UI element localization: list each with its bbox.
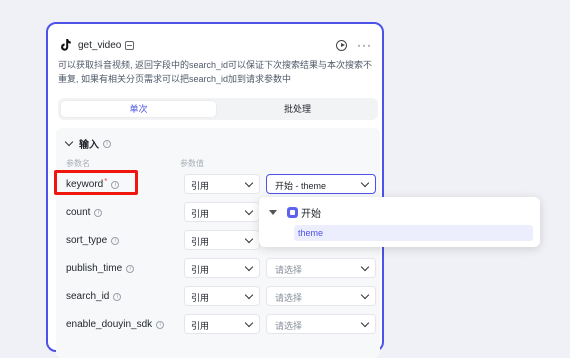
node-title: get_video <box>78 39 122 51</box>
node-description: 可以获取抖音视频, 返回字段中的search_id可以保证下次搜索结果与本次搜索… <box>58 60 373 84</box>
value-select[interactable]: 请选择 <box>266 314 376 334</box>
more-icon[interactable]: ··· <box>357 39 372 51</box>
highlight-box <box>54 170 138 195</box>
info-icon: i <box>113 292 122 301</box>
chevron-down-icon <box>360 178 370 188</box>
chevron-down-icon <box>244 234 254 244</box>
tiktok-icon <box>61 39 71 51</box>
param-name: count i <box>66 207 103 218</box>
dropdown-group-label: 开始 <box>301 209 321 220</box>
info-icon: i <box>111 236 120 245</box>
chevron-down-icon <box>360 262 370 272</box>
ref-mode-select[interactable]: 引用 <box>184 286 260 306</box>
info-icon: i <box>103 139 111 148</box>
param-row: search_id i 引用 请选择 <box>56 286 380 308</box>
doc-icon[interactable] <box>125 40 135 50</box>
chevron-down-icon <box>244 318 254 328</box>
dropdown-option-theme[interactable]: theme <box>294 225 533 241</box>
node-header: get_video ··· <box>58 36 372 54</box>
start-node-icon <box>287 207 298 218</box>
caret-down-icon[interactable] <box>269 210 277 215</box>
chevron-down-icon <box>244 290 254 300</box>
mode-tabs: 单次 批处理 <box>58 98 378 120</box>
input-section-title: 输入 <box>79 140 99 151</box>
tab-single[interactable]: 单次 <box>61 101 216 117</box>
param-name: sort_type i <box>66 235 120 246</box>
param-name: search_id i <box>66 291 122 302</box>
chevron-down-icon <box>360 318 370 328</box>
input-section-header[interactable]: 输入 i <box>64 136 111 151</box>
value-select[interactable]: 请选择 <box>266 258 376 278</box>
param-row: enable_douyin_sdk i 引用 请选择 <box>56 314 380 336</box>
param-name: publish_time i <box>66 263 135 274</box>
value-select[interactable]: 请选择 <box>266 286 376 306</box>
value-select[interactable]: 开始 - theme <box>266 174 376 194</box>
dropdown-group[interactable]: 开始 <box>269 205 321 220</box>
chevron-down-icon <box>360 290 370 300</box>
ref-mode-select[interactable]: 引用 <box>184 174 260 194</box>
ref-mode-select[interactable]: 引用 <box>184 202 260 222</box>
info-icon: i <box>126 264 135 273</box>
info-icon: i <box>94 208 103 217</box>
variable-dropdown: 开始 theme <box>259 197 540 247</box>
param-row: publish_time i 引用 请选择 <box>56 258 380 280</box>
tab-batch[interactable]: 批处理 <box>220 101 375 117</box>
chevron-down-icon <box>244 178 254 188</box>
param-name: enable_douyin_sdk i <box>66 319 165 330</box>
ref-mode-select[interactable]: 引用 <box>184 230 260 250</box>
col-header-name: 参数名 <box>66 159 90 168</box>
info-icon: i <box>156 320 165 329</box>
play-icon[interactable] <box>336 39 347 51</box>
ref-mode-select[interactable]: 引用 <box>184 258 260 278</box>
chevron-down-icon <box>244 262 254 272</box>
chevron-down-icon <box>244 206 254 216</box>
col-header-value: 参数值 <box>180 159 204 168</box>
chevron-down-icon[interactable] <box>64 137 74 147</box>
ref-mode-select[interactable]: 引用 <box>184 314 260 334</box>
